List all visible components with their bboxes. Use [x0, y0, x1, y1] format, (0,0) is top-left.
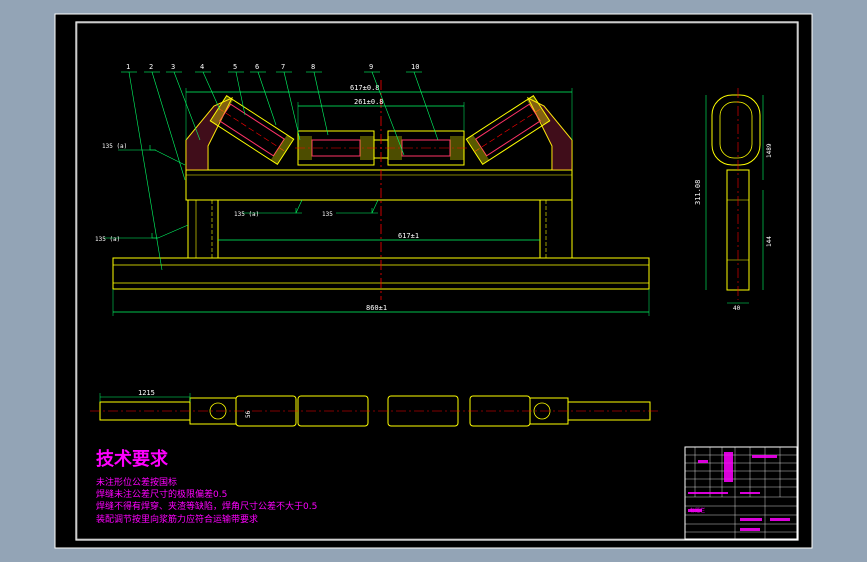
part-number-label: 8	[311, 63, 315, 71]
dim-311: 311.08	[694, 180, 702, 205]
tech-req-line: 装配调节按里向浆筋力应符合运输带要求	[96, 513, 258, 525]
part-number-label: 2	[149, 63, 153, 71]
tech-req-line: 未注形位公差按国标	[96, 476, 177, 488]
dim-617-mid: 617±1	[398, 232, 419, 240]
tech-req-title: 技术要求	[96, 448, 169, 470]
weld-mark-1: 135 (a)	[102, 143, 127, 150]
dim-144: 144	[766, 236, 773, 247]
part-number-label: 4	[200, 63, 204, 71]
part-number-label: 7	[281, 63, 285, 71]
dim-261: 261±0.8	[354, 98, 384, 106]
weld-mark-4: 135 (a)	[95, 236, 120, 243]
part-number-label: 9	[369, 63, 373, 71]
cad-viewport: 617±0.8 261±0.8 617±1 860±1 1 2 3 4 5 6 7 8 9 10 …	[0, 0, 867, 562]
part-number-label: 1	[126, 63, 130, 71]
weld-mark-2: 135 (a)	[234, 211, 259, 218]
part-number-label: 3	[171, 63, 175, 71]
dim-1489: 1489	[766, 143, 773, 158]
tech-req-line: 焊缝不得有焊穿、夹渣等缺陷，焊角尺寸公差不大于0.5	[96, 500, 317, 512]
weld-mark-3: 135	[322, 211, 333, 218]
drawing-canvas: 617±0.8 261±0.8 617±1 860±1 1 2 3 4 5 6 7 8 9 10 …	[54, 13, 813, 549]
part-number-label: 10	[411, 63, 419, 71]
dim-56: 56	[245, 410, 252, 418]
dim-1215: 1215	[138, 389, 155, 397]
part-number-label: 6	[255, 63, 259, 71]
dim-617-top: 617±0.8	[350, 84, 380, 92]
drawing-sheet	[54, 13, 813, 549]
title-block-label: 标题栏	[690, 507, 705, 514]
tech-req-line: 焊缝未注公差尺寸的极限偏差0.5	[96, 488, 227, 500]
dim-40: 40	[733, 305, 741, 312]
dim-860: 860±1	[366, 304, 387, 312]
part-number-label: 5	[233, 63, 237, 71]
